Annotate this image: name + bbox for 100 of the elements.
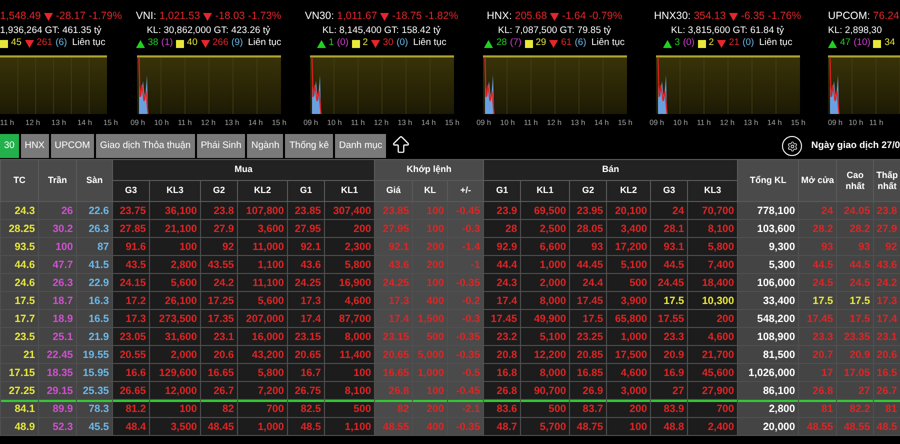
- table-cell: 5,800: [238, 364, 288, 382]
- market-tab[interactable]: Thống kê: [285, 134, 333, 158]
- table-cell: 23.3: [650, 328, 688, 346]
- down-triangle-icon: [200, 40, 210, 48]
- table-cell: 81,500: [738, 346, 799, 364]
- column-header: Mở cửa: [798, 160, 837, 202]
- session-status: Liên tục: [759, 36, 792, 50]
- market-tab[interactable]: HNX: [20, 134, 49, 158]
- unchanged-count: 29: [536, 36, 546, 50]
- table-cell: 48.4: [112, 418, 150, 436]
- table-cell: 1,026,000: [738, 364, 799, 382]
- table-cell: 17.45: [484, 310, 521, 328]
- market-tab[interactable]: Ngành: [247, 134, 284, 158]
- table-cell: 24.3: [0, 202, 38, 220]
- table-cell: 29.15: [38, 382, 76, 400]
- table-cell: 27.9: [874, 220, 900, 238]
- index-name: UPCOM:: [828, 9, 870, 24]
- table-cell: 82.5: [288, 400, 324, 418]
- table-cell: 18.35: [38, 364, 76, 382]
- table-cell: 41.5: [76, 256, 112, 274]
- table-cell: 93: [798, 238, 837, 256]
- column-header: TC: [0, 160, 38, 202]
- table-cell: 3,400: [606, 220, 651, 238]
- table-cell: 17.3: [112, 310, 150, 328]
- table-cell: 20.85: [570, 346, 607, 364]
- square-icon: [698, 40, 706, 48]
- table-cell: 500: [606, 274, 651, 292]
- table-cell: 24.2: [874, 274, 900, 292]
- table-cell: 48.55: [798, 418, 837, 436]
- table-cell: 5,100: [520, 328, 570, 346]
- table-cell: 16.65: [374, 364, 413, 382]
- table-cell: 500: [520, 400, 570, 418]
- table-cell: 7,200: [238, 382, 288, 400]
- column-header: KL2: [238, 180, 288, 202]
- square-icon: [352, 40, 360, 48]
- table-cell: 52.3: [38, 418, 76, 436]
- table-cell: 4,600: [324, 292, 375, 310]
- market-tab[interactable]: Phái Sinh: [196, 134, 246, 158]
- table-cell: -0.45: [448, 202, 484, 220]
- table-cell: 44.4: [484, 256, 521, 274]
- table-cell: 48.55: [374, 418, 413, 436]
- table-cell: -0.3: [448, 310, 484, 328]
- column-header: KL2: [606, 180, 651, 202]
- declines-count: 21: [728, 36, 740, 50]
- table-cell: 93.5: [0, 238, 38, 256]
- column-group-header: Bán: [484, 160, 738, 180]
- market-tab[interactable]: UPCOM: [50, 134, 94, 158]
- table-cell: 23.8: [874, 202, 900, 220]
- index-name: HNX:: [486, 9, 512, 24]
- ceiling-count: (0): [682, 36, 695, 50]
- table-cell: 16.3: [76, 292, 112, 310]
- table-cell: 108,900: [738, 328, 799, 346]
- down-triangle-icon: [728, 13, 738, 21]
- table-cell: 200: [606, 400, 651, 418]
- table-cell: 43.6: [874, 256, 900, 274]
- market-tab[interactable]: 30: [0, 134, 19, 158]
- market-tab[interactable]: Giao dịch Thỏa thuận: [96, 134, 195, 158]
- table-cell: 4,600: [688, 328, 738, 346]
- table-cell: 47.7: [38, 256, 76, 274]
- table-cell: 23.5: [0, 328, 38, 346]
- unchanged-count: 40: [186, 36, 198, 50]
- table-cell: -0.5: [448, 364, 484, 382]
- table-cell: 20.7: [798, 346, 837, 364]
- table-cell: 17.5: [836, 292, 874, 310]
- table-cell: 17.35: [200, 310, 238, 328]
- table-cell: 49,900: [520, 310, 570, 328]
- table-cell: 200: [412, 238, 448, 256]
- table-cell: 500: [324, 400, 375, 418]
- ceiling-count: (0): [336, 36, 349, 50]
- square-icon: [0, 40, 8, 48]
- table-cell: 48.7: [484, 418, 521, 436]
- table-cell: 25.35: [76, 382, 112, 400]
- table-cell: 78.3: [76, 400, 112, 418]
- table-cell: 44.45: [570, 256, 607, 274]
- table-cell: 5,600: [150, 274, 200, 292]
- up-triangle-icon: [662, 40, 672, 48]
- index-volume-value: KL: 7,087,500 GT: 79.85 tỷ: [498, 24, 612, 37]
- table-cell: 43,200: [238, 346, 288, 364]
- column-header: G2: [570, 180, 607, 202]
- market-tab[interactable]: Danh mục: [334, 134, 386, 158]
- table-cell: 91.6: [112, 238, 150, 256]
- column-group-header: Khớp lệnh: [374, 160, 484, 180]
- table-cell: 17.4: [484, 292, 521, 310]
- settings-icon[interactable]: [782, 136, 802, 156]
- table-cell: 23.1: [200, 328, 238, 346]
- table-cell: 200: [688, 310, 738, 328]
- table-cell: 17.55: [650, 310, 688, 328]
- table-cell: 17.5: [836, 310, 874, 328]
- table-cell: 23.15: [288, 328, 324, 346]
- column-header: KL3: [150, 180, 200, 202]
- table-cell: 26: [38, 202, 76, 220]
- column-group-header: Mua: [112, 160, 375, 180]
- table-cell: 400: [412, 292, 448, 310]
- up-triangle-icon: [484, 40, 494, 48]
- square-icon: [524, 40, 533, 48]
- table-cell: 26.75: [288, 382, 324, 400]
- column-header: KL3: [688, 180, 738, 202]
- table-cell: 1,000: [238, 418, 288, 436]
- down-triangle-icon: [550, 13, 559, 21]
- down-triangle-icon: [716, 40, 726, 48]
